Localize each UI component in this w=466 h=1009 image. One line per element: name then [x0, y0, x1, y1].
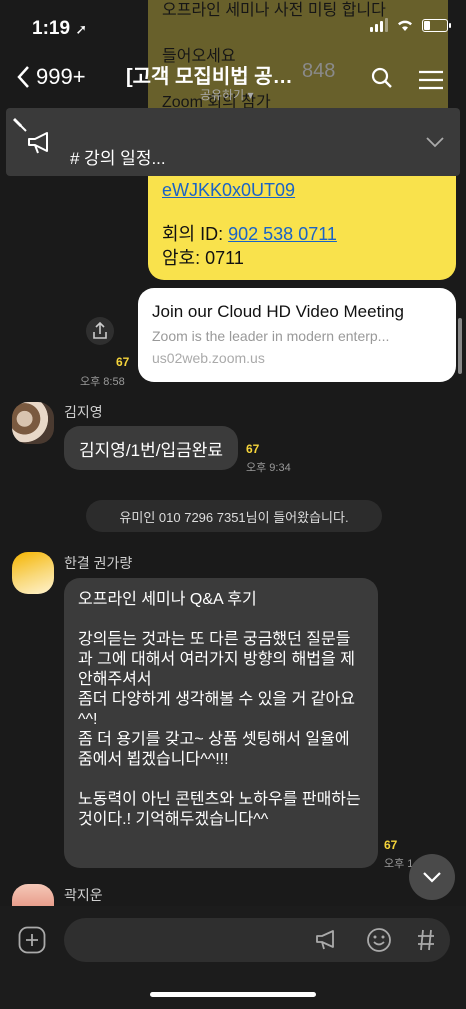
message-bubble[interactable]: 오프라인 세미나 Q&A 후기 강의듣는 것과는 또 다른 궁금했던 질문들과 … [64, 578, 378, 868]
chevron-down-icon[interactable] [426, 136, 444, 148]
avatar[interactable] [12, 884, 54, 908]
share-dropdown[interactable]: 공유하기 ▾ [200, 86, 254, 103]
unread-count: 67 [246, 442, 260, 456]
unread-count: 67 [116, 355, 130, 369]
chevron-down-icon [423, 872, 441, 883]
sender-name: 곽지운 [64, 887, 103, 903]
meeting-id-label: 회의 ID: [162, 224, 229, 244]
status-icons [370, 18, 451, 32]
system-message: 유미인 010 7296 7351님이 들어왔습니다. [86, 500, 382, 532]
status-time: 1:19 ➚ [32, 18, 88, 39]
member-count: 848 [302, 60, 336, 82]
signal-icon [370, 18, 388, 32]
zoom-link[interactable]: eWJKK0x0UT09 [162, 178, 442, 202]
message-input[interactable] [64, 918, 450, 962]
scrollbar[interactable] [458, 318, 462, 374]
message-time: 오후 1 [384, 858, 414, 870]
back-button[interactable]: 999+ [16, 64, 86, 90]
share-button[interactable] [86, 316, 114, 346]
avatar[interactable] [12, 552, 54, 594]
unread-count: 999+ [36, 64, 86, 89]
preview-domain: us02web.zoom.us [152, 350, 265, 366]
preview-title: Join our Cloud HD Video Meeting [152, 302, 404, 321]
search-icon[interactable] [370, 66, 394, 90]
sender-name: 한결 권가량 [64, 555, 133, 571]
message-time: 오후 9:34 [246, 462, 291, 474]
menu-icon[interactable] [418, 70, 444, 90]
unread-count: 67 [384, 838, 398, 852]
wifi-icon [398, 20, 412, 31]
notice-text: # 강의 일정... [70, 149, 166, 168]
plus-icon[interactable] [18, 926, 46, 954]
meeting-password: 암호: 0711 [162, 248, 244, 268]
share-icon [86, 317, 114, 345]
battery-icon [422, 18, 451, 32]
message-bubble[interactable]: 김지영/1번/입금완료 [64, 426, 238, 470]
sender-name: 김지영 [64, 404, 103, 420]
link-preview-card[interactable]: Join our Cloud HD Video Meeting Zoom is … [138, 288, 456, 382]
megaphone-icon [28, 132, 48, 154]
scroll-down-button[interactable] [409, 854, 455, 900]
preview-description: Zoom is the leader in modern enterp... [152, 328, 390, 344]
avatar[interactable] [12, 402, 54, 444]
meeting-id-link[interactable]: 902 538 0711 [228, 224, 337, 244]
message-time: 오후 8:58 [80, 376, 125, 388]
emoji-icon[interactable] [366, 927, 392, 953]
megaphone-icon[interactable] [314, 928, 340, 952]
chat-title[interactable]: [고객 모집비법 공부... [126, 60, 306, 89]
home-indicator [150, 992, 316, 997]
chevron-left-icon [17, 66, 29, 88]
zoom-invite-bubble[interactable]: eWJKK0x0UT09 회의 ID: 902 538 0711 암호: 071… [148, 176, 456, 280]
hashtag-icon[interactable] [416, 928, 436, 952]
